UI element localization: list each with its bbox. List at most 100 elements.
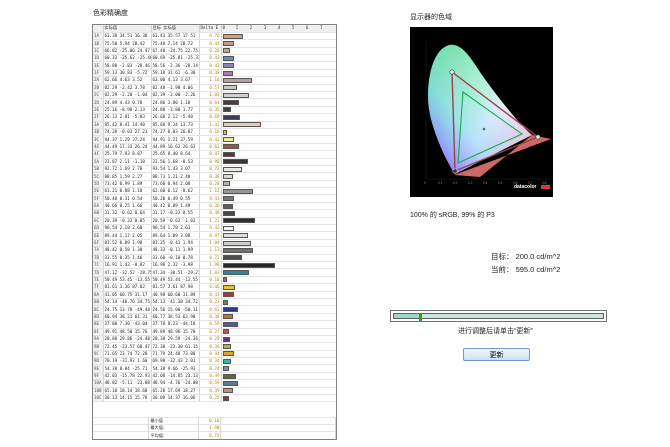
delta-e-bar: [222, 336, 231, 342]
accuracy-table: 实际值 目标 实际值 Delta E 0 1 2 3 4 5 6 7 1A 61.…: [92, 24, 337, 440]
patch-id: 6B: [93, 209, 104, 218]
delta-e-bar-cell: [221, 305, 336, 314]
actual-value: 16.91 1.43 -0.82: [103, 261, 152, 270]
delta-e-bar-cell: [221, 298, 336, 307]
delta-e-value: 0.76: [199, 32, 222, 41]
patch-id: 7C: [93, 261, 104, 270]
actual-value: 48.82 -5.11 -23.08: [103, 379, 152, 388]
delta-e-bar-cell: [221, 69, 336, 78]
delta-e-value: 0.42: [199, 224, 222, 233]
patch-id: 3B: [93, 128, 104, 137]
patch-id: 5E: [93, 187, 104, 196]
delta-e-bar: [222, 314, 233, 320]
actual-value: 54.38 8.84 -25.71: [103, 364, 152, 373]
scale-tick: 6: [305, 25, 309, 31]
target-value: 74.27 0.03 26.87: [151, 128, 200, 137]
current-luminance: 当前： 595.0 cd/m^2: [491, 265, 561, 274]
delta-e-bar-cell: [221, 268, 336, 277]
actual-value: 58.88 -2.83 -28.46: [103, 61, 152, 70]
table-row: 4E 44.49 17.33 26.24 44.89 16.62 26.62 0.63: [93, 143, 336, 152]
delta-e-bar-cell: [221, 394, 336, 403]
patch-id: 1E: [93, 61, 104, 70]
blue-primary-marker: [452, 168, 458, 174]
delta-e-value: 0.36: [199, 202, 222, 211]
delta-e-bar-cell: [221, 150, 336, 159]
target-value: 47.34 -30.51 -29.21: [151, 268, 200, 277]
actual-value: 26.13 2.81 -5.03: [103, 113, 152, 122]
delta-e-bar-cell: [221, 76, 336, 85]
table-row: 7A 48.42 0.58 1.38 48.33 -0.11 1.99 1.13: [93, 246, 336, 255]
update-button[interactable]: 更新: [463, 348, 530, 361]
patch-id: 10B: [93, 387, 104, 396]
delta-e-value: 0.44: [199, 350, 222, 359]
patch-id: 6D: [93, 224, 104, 233]
table-row: 8C 24.75 13.78 -49.48 24.56 15.00 -50.11 0.…: [93, 305, 336, 314]
target-value: 54.38 9.66 -25.93: [151, 364, 200, 373]
actual-value: 82.29 -2.20 -1.04: [103, 91, 152, 100]
table-row: 1E 58.88 -2.83 -28.46 58.56 -2.36 -28.14 0.…: [93, 61, 336, 70]
scale-tick: 0: [222, 25, 226, 31]
patch-id: 8F: [93, 328, 104, 336]
target-value: 31.17 -0.23 0.55: [151, 209, 200, 218]
patch-id: 3C: [93, 135, 104, 144]
table-row: 2C 82.29 -2.20 -1.04 82.39 -2.00 -2.26 1.03: [93, 91, 336, 100]
actual-value: 48.42 0.58 1.38: [103, 246, 152, 255]
delta-e-bar: [222, 174, 233, 179]
delta-e-value: 0.47: [199, 150, 222, 159]
table-row: 7D 47.12 -32.52 -28.75 47.34 -30.51 -29.21…: [93, 268, 336, 277]
white-point-marker: [482, 127, 486, 131]
delta-e-value: 0.49: [199, 372, 222, 381]
actual-value: 92.72 1.69 2.78: [103, 165, 152, 174]
patch-id: 1F: [93, 69, 104, 78]
delta-e-bar-cell: [221, 254, 336, 263]
scale-tick: 2: [249, 25, 253, 31]
patch-id: 9A: [93, 335, 104, 344]
delta-e-bar: [222, 137, 234, 143]
delta-e-value: 1.43: [199, 121, 222, 129]
delta-e-value: 0.46: [199, 283, 222, 292]
delta-e-bar-cell: [221, 32, 336, 41]
tick-label: 0.4: [483, 181, 488, 185]
patch-id: 7A: [93, 246, 104, 255]
delta-e-bar: [222, 351, 234, 357]
target-value: 24.88 -3.88 1.77: [151, 106, 200, 115]
patch-id: 5C: [93, 172, 104, 181]
table-row: 1C 66.82 -25.06 24.47 67.40 -24.75 22.75 0.…: [93, 47, 336, 56]
spectral-locus-blue: [428, 44, 532, 174]
table-row: 5E 61.21 0.88 1.18 62.60 0.12 -0.62 1.12: [93, 187, 336, 196]
delta-e-bar: [222, 40, 234, 46]
delta-e-bar-cell: [221, 113, 336, 122]
delta-e-bar: [222, 63, 234, 69]
delta-e-value: 0.59: [199, 379, 222, 388]
actual-value: 66.82 -25.06 24.47: [103, 47, 152, 56]
table-row: 8D 60.94 38.21 61.31 60.77 38.53 63.90 0.38: [93, 313, 336, 322]
delta-e-bar: [222, 107, 232, 113]
target-value: 20.59 -0.62 -1.03: [151, 217, 200, 226]
target-value: 24.86 3.80 1.18: [151, 98, 200, 107]
patch-id: 6A: [93, 202, 104, 211]
target-value: 82.48 -1.98 4.06: [151, 84, 200, 93]
header-delta-e: Delta E: [199, 25, 222, 33]
patch-id: 4E: [93, 143, 104, 152]
table-row: 2F 26.13 2.81 -5.03 26.68 2.12 -5.40 0.69: [93, 113, 336, 122]
actual-value: 24.75 13.78 -49.48: [103, 305, 152, 314]
table-row: 8A 41.05 60.75 31.17 40.98 60.60 31.89 0.43: [93, 291, 336, 299]
delta-e-value: 0.24: [199, 364, 222, 373]
delta-e-bar: [222, 92, 250, 98]
delta-e-bar-cell: [221, 283, 336, 292]
patch-id: 6E: [93, 231, 104, 240]
scale-tick: 5: [291, 25, 295, 31]
actual-value: 74.28 -0.03 27.21: [103, 128, 152, 137]
target-value: 72.38 -23.30 61.15: [151, 342, 200, 351]
delta-e-value: 0.28: [199, 180, 222, 189]
delta-e-bar-cell: [221, 372, 336, 381]
actual-value: 94.37 1.29 37.24: [103, 135, 152, 144]
patch-id: 8C: [93, 305, 104, 314]
actual-value: 24.89 4.43 0.78: [103, 98, 152, 107]
adjustment-slider[interactable]: [390, 310, 607, 322]
delta-e-bar: [222, 210, 235, 216]
delta-e-value: 0.38: [199, 313, 222, 322]
delta-e-bar: [222, 33, 243, 39]
target-value: 37.78 8.23 -44.18: [151, 320, 200, 329]
delta-e-bar-cell: [221, 91, 336, 100]
